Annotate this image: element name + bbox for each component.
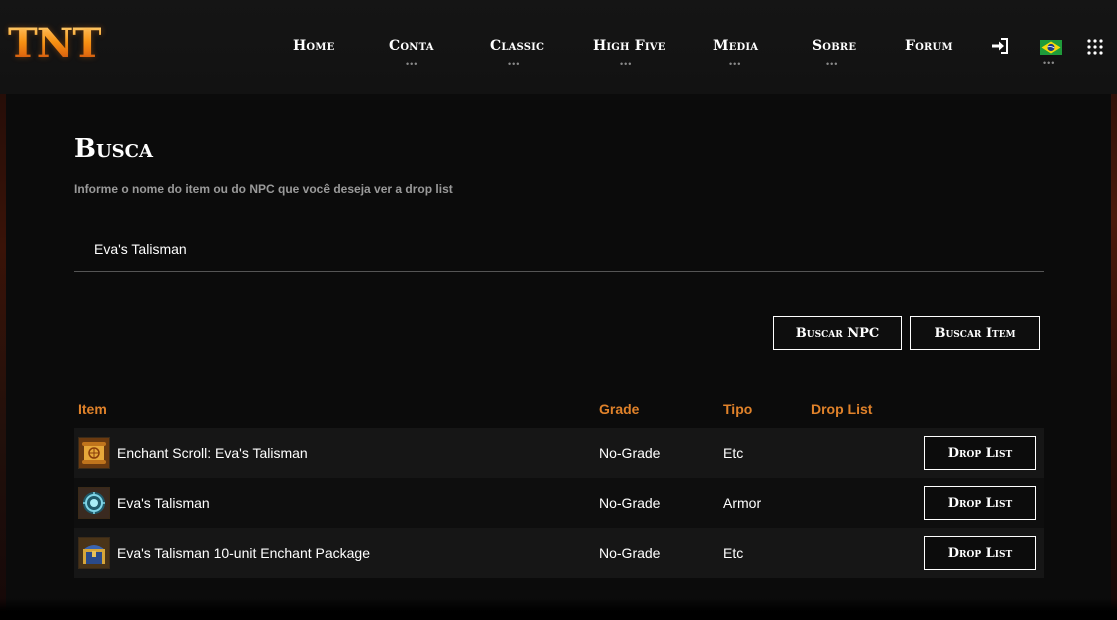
apps-grid-icon[interactable]: [1086, 38, 1104, 61]
nav-high-five-dots: •••: [620, 59, 633, 69]
nav-conta[interactable]: Conta: [389, 38, 434, 54]
nav-conta-dots: •••: [406, 59, 419, 69]
item-name[interactable]: Enchant Scroll: Eva's Talisman: [117, 428, 308, 478]
nav-forum[interactable]: Forum: [905, 38, 953, 54]
drop-list-button[interactable]: Drop List: [924, 486, 1036, 520]
drop-list-button[interactable]: Drop List: [924, 536, 1036, 570]
nav-sobre[interactable]: Sobre: [812, 38, 856, 54]
search-npc-button[interactable]: Buscar NPC: [773, 316, 902, 350]
item-name[interactable]: Eva's Talisman: [117, 478, 210, 528]
language-dots: •••: [1043, 58, 1056, 68]
search-item-button[interactable]: Buscar Item: [910, 316, 1040, 350]
page-title: Busca: [74, 134, 153, 164]
nav-classic-dots: •••: [508, 59, 521, 69]
table-row: Enchant Scroll: Eva's Talisman No-Grade …: [74, 428, 1044, 478]
nav-media[interactable]: Media: [713, 38, 758, 54]
sign-in-icon[interactable]: [991, 38, 1009, 59]
item-grade: No-Grade: [599, 545, 661, 561]
brazil-flag-icon[interactable]: [1040, 40, 1062, 60]
item-name[interactable]: Eva's Talisman 10-unit Enchant Package: [117, 528, 370, 578]
item-grade: No-Grade: [599, 495, 661, 511]
nav-classic[interactable]: Classic: [490, 38, 544, 54]
nav-home[interactable]: Home: [293, 38, 334, 54]
page-subtitle: Informe o nome do item ou do NPC que voc…: [74, 182, 453, 196]
nav-high-five[interactable]: High Five: [593, 38, 666, 54]
table-row: Eva's Talisman No-Grade Armor Drop List: [74, 478, 1044, 528]
column-header-grade: Grade: [599, 401, 640, 417]
site-header: TNT Home Conta ••• Classic ••• High Five…: [0, 0, 1117, 94]
drop-list-button[interactable]: Drop List: [924, 436, 1036, 470]
scroll-icon: [78, 437, 110, 469]
item-grade: No-Grade: [599, 445, 661, 461]
bottom-border-decoration: [0, 598, 1117, 620]
nav-media-dots: •••: [729, 59, 742, 69]
column-header-tipo: Tipo: [723, 401, 753, 417]
item-tipo: Armor: [723, 495, 762, 511]
treasure-chest-icon: [78, 537, 110, 569]
site-logo[interactable]: TNT: [8, 24, 102, 64]
column-header-drop-list: Drop List: [811, 401, 873, 417]
column-header-item: Item: [78, 401, 107, 417]
search-input[interactable]: [74, 228, 1044, 271]
item-tipo: Etc: [723, 445, 744, 461]
table-row: Eva's Talisman 10-unit Enchant Package N…: [74, 528, 1044, 578]
search-field-wrapper: [74, 228, 1044, 272]
nav-sobre-dots: •••: [826, 59, 839, 69]
talisman-icon: [78, 487, 110, 519]
item-tipo: Etc: [723, 545, 744, 561]
